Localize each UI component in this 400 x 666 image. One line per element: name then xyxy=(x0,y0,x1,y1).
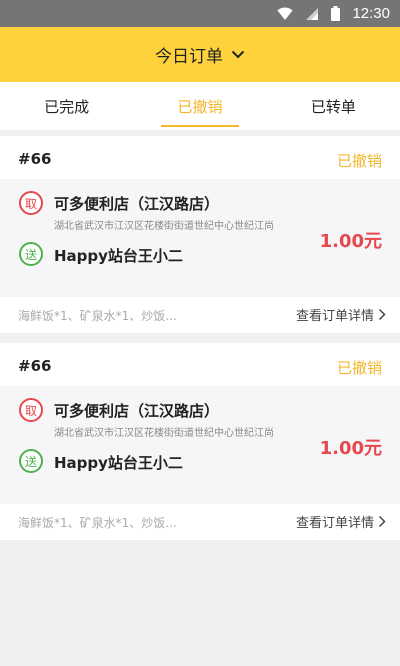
order-price: 1.00元 xyxy=(319,231,382,252)
wifi-icon xyxy=(277,7,293,20)
view-order-detail-label: 查看订单详情 xyxy=(295,309,374,324)
pickup-icon: 取 xyxy=(19,191,43,215)
signal-icon xyxy=(306,7,319,20)
tab-completed[interactable]: 已完成 xyxy=(0,82,133,130)
store-address: 湖北省武汉市江汉区花楼街街道世纪中心世纪江尚 xyxy=(54,221,274,232)
order-footer: 海鲜饭*1、矿泉水*1、炒饭... 查看订单详情 xyxy=(0,504,400,540)
chevron-right-icon xyxy=(378,515,386,528)
order-header: #66 已撤销 xyxy=(0,343,400,386)
tab-transferred[interactable]: 已转单 xyxy=(267,82,400,130)
chevron-down-icon xyxy=(231,50,245,59)
order-items: 海鲜饭*1、矿泉水*1、炒饭... xyxy=(18,516,177,530)
status-time: 12:30 xyxy=(352,5,390,22)
view-order-detail-label: 查看订单详情 xyxy=(295,516,374,531)
receiver-name: Happy站台王小二 xyxy=(54,454,183,472)
order-status: 已撤销 xyxy=(336,152,382,170)
order-body[interactable]: 取 可多便利店（江汉路店） 湖北省武汉市江汉区花楼街街道世纪中心世纪江尚 送 H… xyxy=(0,386,400,504)
view-order-detail-link[interactable]: 查看订单详情 xyxy=(296,305,386,324)
order-status: 已撤销 xyxy=(336,359,382,377)
view-order-detail-link[interactable]: 查看订单详情 xyxy=(296,512,386,531)
app-header: 今日订单 xyxy=(0,27,400,82)
order-items: 海鲜饭*1、矿泉水*1、炒饭... xyxy=(18,309,177,323)
date-filter-dropdown[interactable]: 今日订单 xyxy=(155,42,245,67)
order-footer: 海鲜饭*1、矿泉水*1、炒饭... 查看订单详情 xyxy=(0,297,400,333)
store-name: 可多便利店（江汉路店） xyxy=(54,402,220,420)
order-body[interactable]: 取 可多便利店（江汉路店） 湖北省武汉市江汉区花楼街街道世纪中心世纪江尚 送 H… xyxy=(0,179,400,297)
order-card: #66 已撤销 取 可多便利店（江汉路店） 湖北省武汉市江汉区花楼街街道世纪中心… xyxy=(0,136,400,333)
delivery-icon: 送 xyxy=(19,242,43,266)
order-price: 1.00元 xyxy=(319,438,382,459)
status-bar: 12:30 xyxy=(0,0,400,27)
store-address: 湖北省武汉市江汉区花楼街街道世纪中心世纪江尚 xyxy=(54,428,274,439)
chevron-right-icon xyxy=(378,308,386,321)
order-card: #66 已撤销 取 可多便利店（江汉路店） 湖北省武汉市江汉区花楼街街道世纪中心… xyxy=(0,343,400,540)
battery-icon xyxy=(331,6,341,21)
header-title: 今日订单 xyxy=(155,47,223,67)
order-header: #66 已撤销 xyxy=(0,136,400,179)
order-number: #66 xyxy=(18,150,52,168)
store-name: 可多便利店（江汉路店） xyxy=(54,195,220,213)
delivery-icon: 送 xyxy=(19,449,43,473)
receiver-name: Happy站台王小二 xyxy=(54,247,183,265)
pickup-icon: 取 xyxy=(19,398,43,422)
order-number: #66 xyxy=(18,357,52,375)
order-tabs: 已完成 已撤销 已转单 xyxy=(0,82,400,130)
tab-cancelled[interactable]: 已撤销 xyxy=(133,82,266,130)
